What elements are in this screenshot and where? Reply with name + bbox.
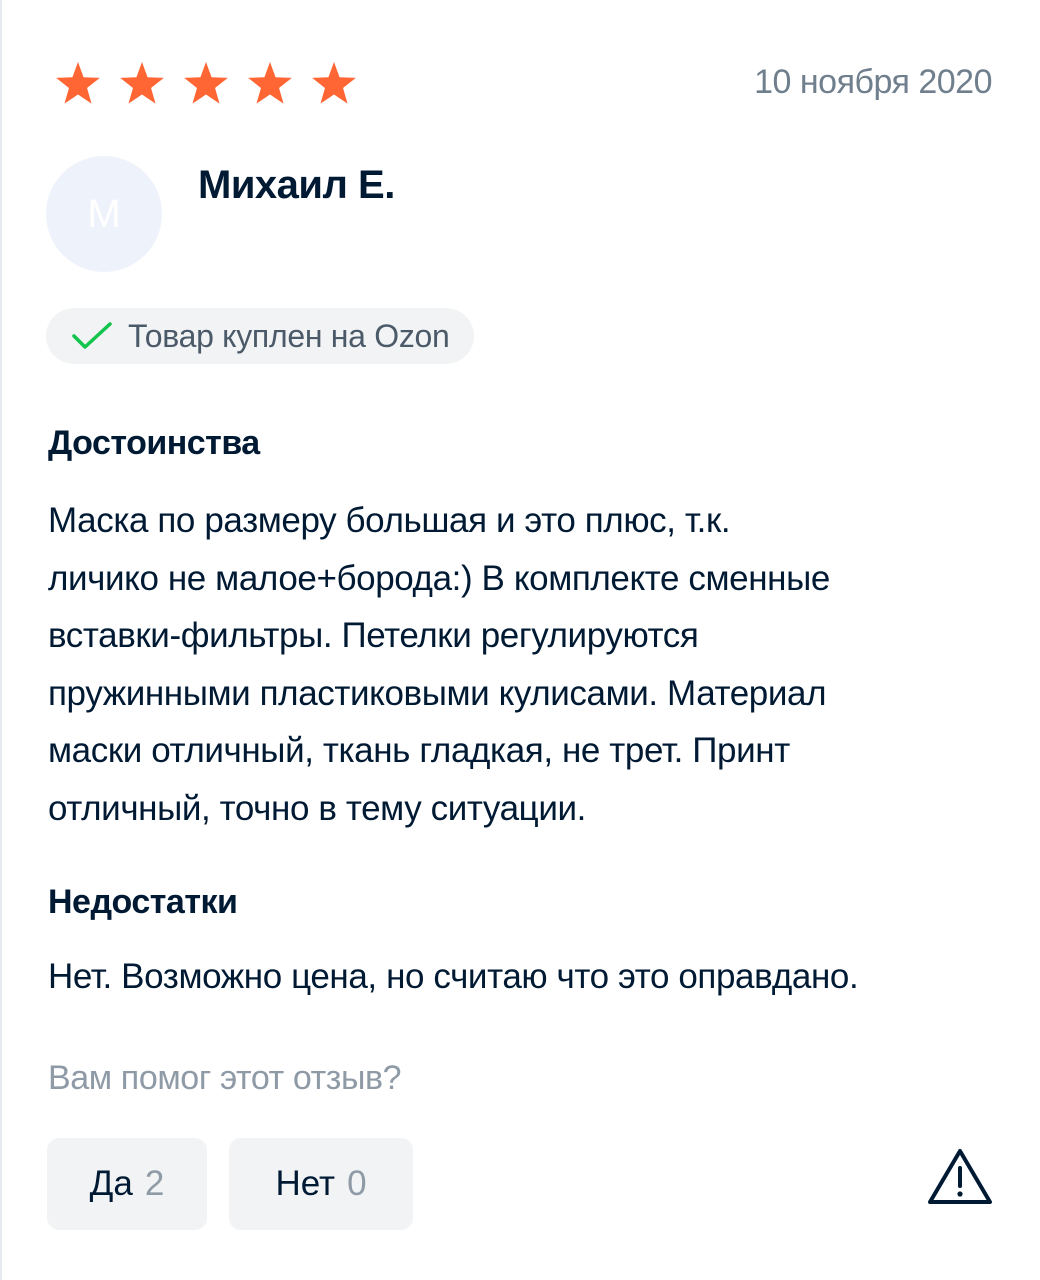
vote-no-button[interactable]: Нет 0 (229, 1138, 413, 1230)
helpful-question: Вам помог этот отзыв? (48, 1059, 402, 1097)
report-button[interactable] (924, 1140, 996, 1212)
card-left-border (0, 0, 2, 1280)
star-icon (120, 62, 164, 104)
avatar-initial: М (87, 191, 121, 236)
star-icon (56, 62, 100, 104)
rating-stars (48, 60, 364, 108)
cons-text: Нет. Возможно цена, но считаю что это оп… (48, 957, 859, 996)
vote-no-count: 0 (347, 1164, 367, 1203)
pros-line: отличный, точно в тему ситуации. (48, 788, 586, 828)
review-date: 10 ноября 2020 (754, 63, 992, 101)
pros-line: вставки-фильтры. Петелки регулируются (48, 616, 699, 655)
pros-line: личико не малое+борода:) В комплекте сме… (48, 558, 830, 598)
check-icon (72, 322, 112, 349)
vote-yes-count: 2 (144, 1164, 165, 1203)
warning-triangle-icon (928, 1149, 992, 1204)
pros-line: маски отличный, ткань гладкая, не трет. … (48, 731, 790, 770)
author-name: Михаил Е. (198, 163, 395, 207)
cons-heading: Недостатки (48, 883, 238, 921)
pros-heading: Достоинства (48, 424, 260, 462)
vote-yes-label: Да (89, 1164, 133, 1203)
star-icon (184, 62, 228, 104)
avatar: М (46, 156, 162, 272)
purchase-badge: Товар куплен на Ozon (46, 308, 474, 364)
vote-yes-button[interactable]: Да 2 (47, 1138, 207, 1230)
pros-text: Маска по размеру большая и это плюс, т.к… (48, 492, 988, 837)
pros-line: Маска по размеру большая и это плюс, т.к… (48, 501, 731, 540)
pros-line: пружинными пластиковыми кулисами. Матери… (48, 673, 827, 713)
star-icon (312, 62, 356, 104)
star-icon (248, 62, 292, 104)
vote-no-label: Нет (275, 1164, 336, 1203)
purchase-badge-text: Товар куплен на Ozon (128, 317, 450, 354)
